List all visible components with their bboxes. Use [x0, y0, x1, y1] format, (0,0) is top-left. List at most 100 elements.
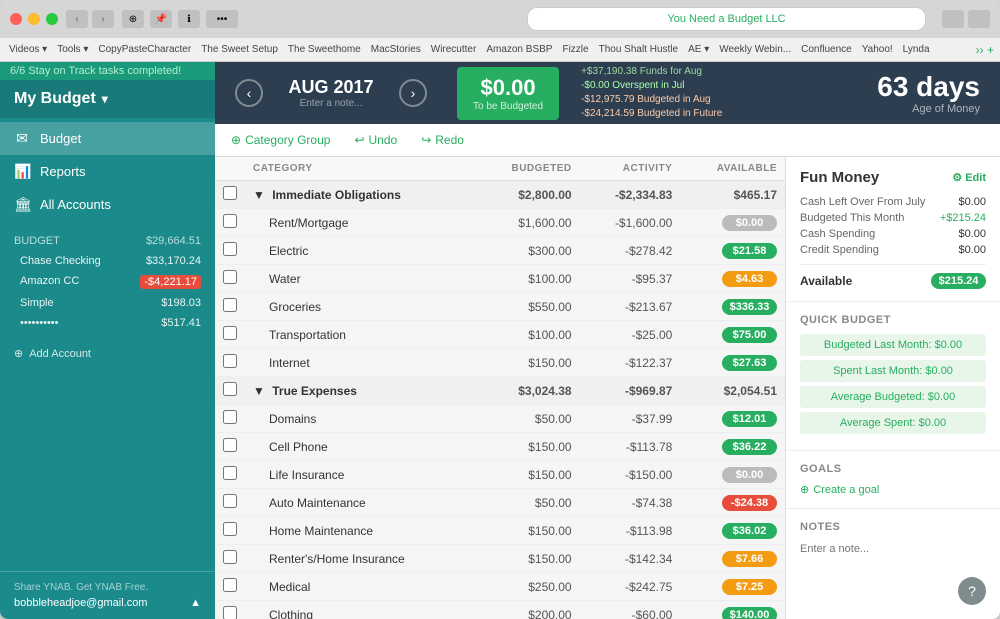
user-email-row[interactable]: bobbleheadjoe@gmail.com ▲ [14, 597, 201, 609]
table-row[interactable]: Medical $250.00 -$242.75 $7.25 [215, 573, 785, 601]
sidebar-item-reports[interactable]: 📊 Reports [0, 155, 215, 188]
toolbar-weekly[interactable]: Weekly Webin... [716, 44, 794, 55]
row-checkbox[interactable] [223, 214, 237, 228]
help-button[interactable]: ? [958, 577, 986, 605]
maximize-button[interactable] [46, 13, 58, 25]
row-checkbox[interactable] [223, 270, 237, 284]
row-check-cell[interactable] [215, 293, 245, 321]
share-icon[interactable]: ⊕ [122, 10, 144, 28]
table-row[interactable]: Water $100.00 -$95.37 $4.63 [215, 265, 785, 293]
row-checkbox[interactable] [223, 494, 237, 508]
reload-button[interactable] [942, 10, 964, 28]
row-checkbox[interactable] [223, 326, 237, 340]
toolbar-copypaste[interactable]: CopyPasteCharacter [95, 44, 194, 55]
budgeted-last-month-btn[interactable]: Budgeted Last Month: $0.00 [800, 334, 986, 356]
account-amazon[interactable]: Amazon CC -$4,221.17 [0, 271, 215, 293]
table-row[interactable]: Groceries $550.00 -$213.67 $336.33 [215, 293, 785, 321]
category-group-row[interactable]: ▼ True Expenses $3,024.38 -$969.87 $2,05… [215, 377, 785, 405]
url-bar[interactable]: You Need a Budget LLC [527, 7, 926, 31]
toolbar-hustle[interactable]: Thou Shalt Hustle [596, 44, 682, 55]
toolbar-tools[interactable]: Tools ▾ [54, 44, 91, 55]
row-checkbox[interactable] [223, 186, 237, 200]
undo-button[interactable]: ↩ Undo [348, 130, 403, 150]
row-check-cell[interactable] [215, 545, 245, 573]
table-row[interactable]: Rent/Mortgage $1,600.00 -$1,600.00 $0.00 [215, 209, 785, 237]
sidebar-item-accounts[interactable]: 🏛 All Accounts [0, 188, 215, 221]
add-account-button[interactable]: ⊕ Add Account [0, 339, 215, 368]
back-button[interactable]: ‹ [66, 10, 88, 28]
month-note[interactable]: Enter a note... [271, 98, 391, 109]
table-row[interactable]: Renter's/Home Insurance $150.00 -$142.34… [215, 545, 785, 573]
row-check-cell[interactable] [215, 601, 245, 619]
table-row[interactable]: Clothing $200.00 -$60.00 $140.00 [215, 601, 785, 619]
toolbar-macstories[interactable]: MacStories [368, 44, 424, 55]
row-check-cell[interactable] [215, 461, 245, 489]
add-bookmark[interactable]: ›› + [976, 43, 994, 57]
row-check-cell[interactable] [215, 377, 245, 405]
row-check-cell[interactable] [215, 573, 245, 601]
row-check-cell[interactable] [215, 517, 245, 545]
more-btn[interactable]: ••• [206, 10, 238, 28]
table-row[interactable]: Internet $150.00 -$122.37 $27.63 [215, 349, 785, 377]
table-row[interactable]: Home Maintenance $150.00 -$113.98 $36.02 [215, 517, 785, 545]
info-icon[interactable]: ℹ [178, 10, 200, 28]
toolbar-amazon[interactable]: Amazon BSBP [483, 44, 555, 55]
toolbar-videos[interactable]: Videos ▾ [6, 44, 50, 55]
edit-button[interactable]: ⚙ Edit [952, 171, 986, 184]
row-checkbox[interactable] [223, 298, 237, 312]
row-checkbox[interactable] [223, 242, 237, 256]
row-check-cell[interactable] [215, 349, 245, 377]
bookmark-icon[interactable]: 📌 [150, 10, 172, 28]
next-month-button[interactable]: › [399, 79, 427, 107]
toolbar-wirecutter[interactable]: Wirecutter [428, 44, 480, 55]
group-toggle-icon[interactable]: ▼ [253, 188, 265, 202]
toolbar-fizzle[interactable]: Fizzle [559, 44, 591, 55]
row-checkbox[interactable] [223, 578, 237, 592]
toolbar-ae[interactable]: AE ▾ [685, 44, 712, 55]
table-row[interactable]: Domains $50.00 -$37.99 $12.01 [215, 405, 785, 433]
window-controls[interactable] [968, 10, 990, 28]
table-row[interactable]: Cell Phone $150.00 -$113.78 $36.22 [215, 433, 785, 461]
group-toggle-icon[interactable]: ▼ [253, 384, 265, 398]
close-button[interactable] [10, 13, 22, 25]
category-group-row[interactable]: ▼ Immediate Obligations $2,800.00 -$2,33… [215, 181, 785, 209]
row-checkbox[interactable] [223, 438, 237, 452]
table-row[interactable]: Transportation $100.00 -$25.00 $75.00 [215, 321, 785, 349]
account-hidden[interactable]: •••••••••• $517.41 [0, 313, 215, 333]
row-checkbox[interactable] [223, 522, 237, 536]
table-row[interactable]: Auto Maintenance $50.00 -$74.38 -$24.38 [215, 489, 785, 517]
table-row[interactable]: Life Insurance $150.00 -$150.00 $0.00 [215, 461, 785, 489]
table-row[interactable]: Electric $300.00 -$278.42 $21.58 [215, 237, 785, 265]
toolbar-lynda[interactable]: Lynda [900, 44, 933, 55]
notes-input[interactable] [800, 543, 986, 555]
minimize-button[interactable] [28, 13, 40, 25]
row-check-cell[interactable] [215, 181, 245, 209]
account-simple[interactable]: Simple $198.03 [0, 293, 215, 313]
average-budgeted-btn[interactable]: Average Budgeted: $0.00 [800, 386, 986, 408]
row-check-cell[interactable] [215, 237, 245, 265]
toolbar-sweethome[interactable]: The Sweethome [285, 44, 364, 55]
row-check-cell[interactable] [215, 433, 245, 461]
sidebar-header[interactable]: My Budget ▾ [0, 80, 215, 118]
toolbar-confluence[interactable]: Confluence [798, 44, 855, 55]
toolbar-yahoo[interactable]: Yahoo! [859, 44, 896, 55]
row-check-cell[interactable] [215, 489, 245, 517]
average-spent-btn[interactable]: Average Spent: $0.00 [800, 412, 986, 434]
account-chase[interactable]: Chase Checking $33,170.24 [0, 251, 215, 271]
row-checkbox[interactable] [223, 382, 237, 396]
row-checkbox[interactable] [223, 466, 237, 480]
row-checkbox[interactable] [223, 410, 237, 424]
row-check-cell[interactable] [215, 405, 245, 433]
category-group-button[interactable]: ⊕ Category Group [225, 130, 336, 150]
row-check-cell[interactable] [215, 265, 245, 293]
prev-month-button[interactable]: ‹ [235, 79, 263, 107]
sidebar-item-budget[interactable]: ✉ Budget [0, 122, 215, 155]
row-checkbox[interactable] [223, 550, 237, 564]
row-checkbox[interactable] [223, 354, 237, 368]
row-checkbox[interactable] [223, 606, 237, 619]
budget-table-container[interactable]: CATEGORY BUDGETED ACTIVITY AVAILABLE ▼ I… [215, 157, 785, 619]
forward-button[interactable]: › [92, 10, 114, 28]
redo-button[interactable]: ↪ Redo [415, 130, 470, 150]
spent-last-month-btn[interactable]: Spent Last Month: $0.00 [800, 360, 986, 382]
row-check-cell[interactable] [215, 209, 245, 237]
